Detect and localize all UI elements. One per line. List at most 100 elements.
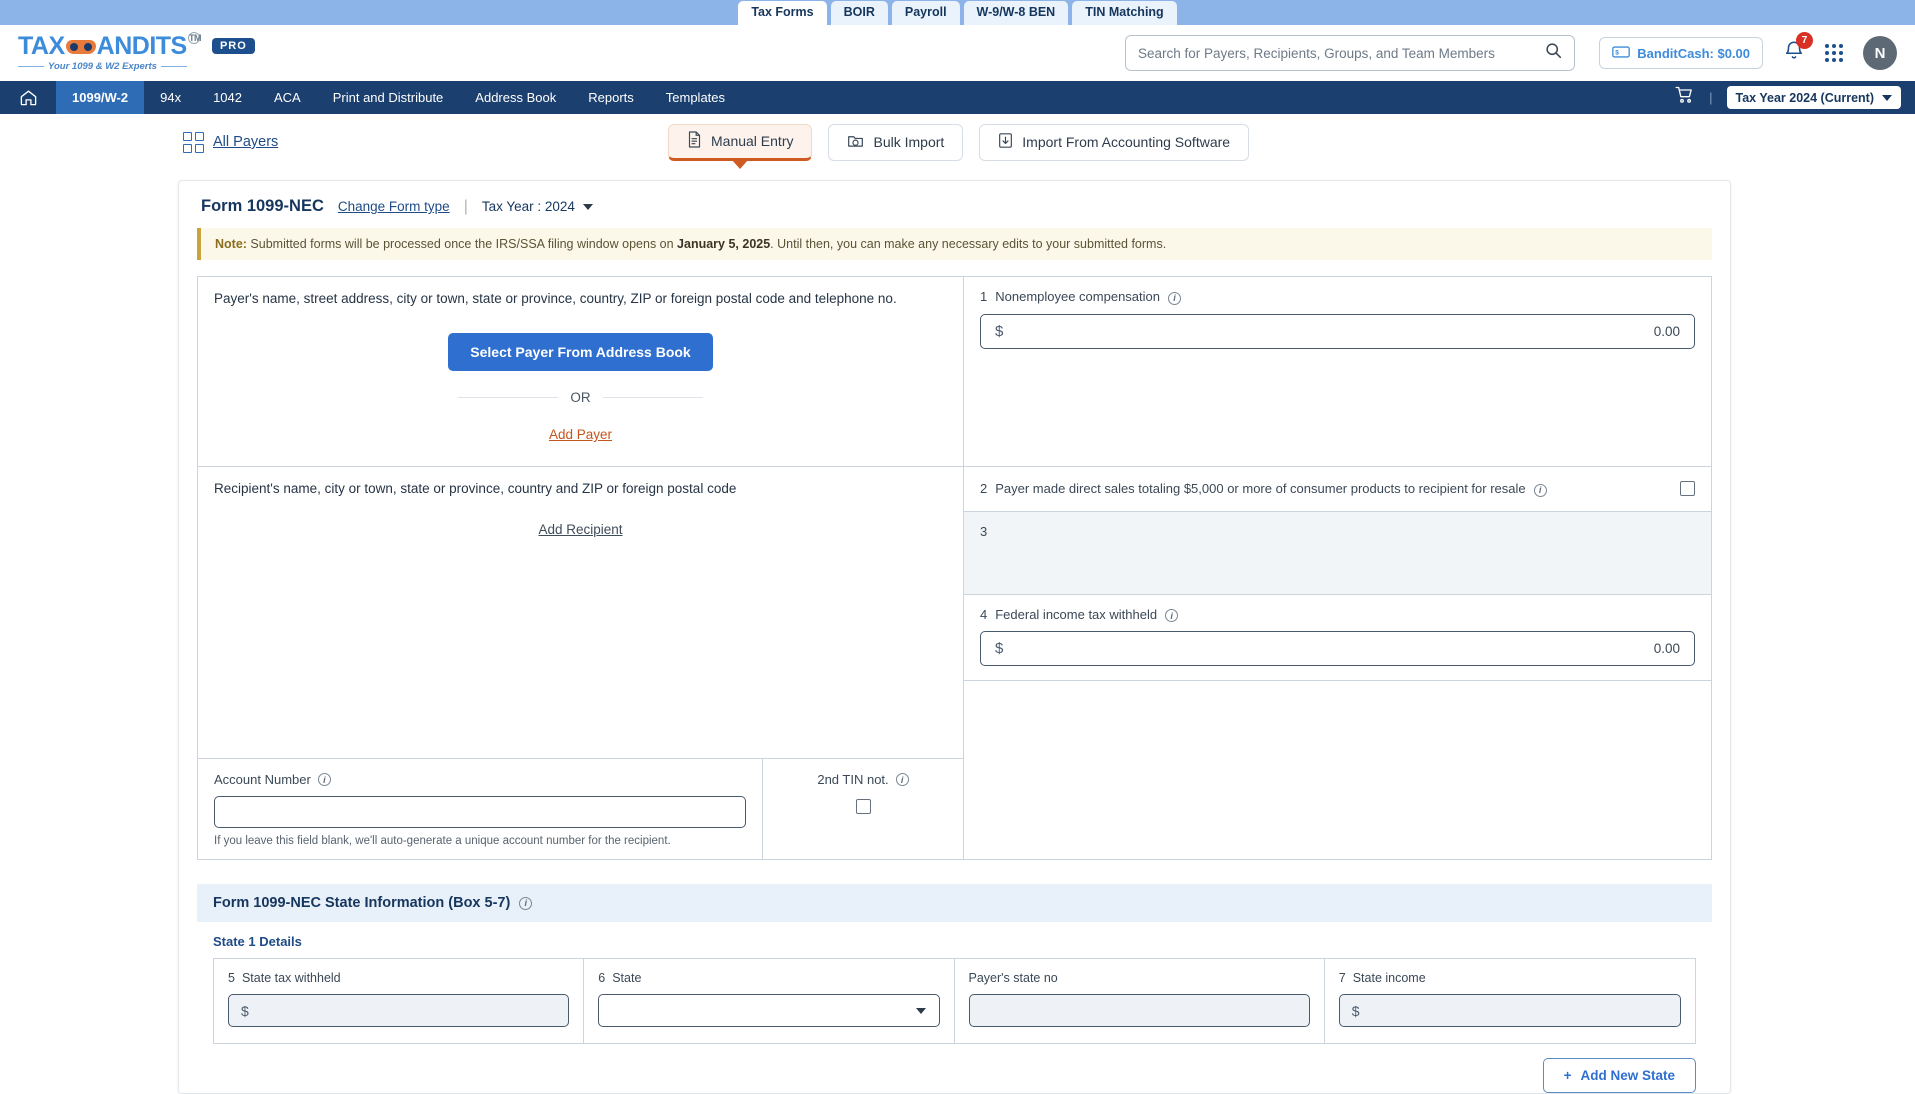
info-icon[interactable]: i <box>519 896 533 910</box>
document-icon <box>687 131 702 151</box>
state-income-label: State income <box>1352 971 1426 985</box>
box-1-input[interactable]: $ 0.00 <box>980 313 1695 349</box>
box-3-label-row: 3 <box>980 524 1695 539</box>
info-icon[interactable]: i <box>1168 291 1182 305</box>
logo-word-tax: TAX <box>18 32 65 60</box>
grid-dot <box>1839 44 1843 48</box>
user-avatar[interactable]: N <box>1863 36 1897 70</box>
info-note-banner: Note: Submitted forms will be processed … <box>197 228 1712 260</box>
payers-state-no-cell: Payer's state no <box>955 959 1325 1043</box>
state-income-input[interactable]: $ <box>1338 994 1681 1027</box>
search-input[interactable] <box>1138 45 1545 61</box>
box-4-input[interactable]: $ 0.00 <box>980 631 1695 666</box>
tagline-rule-right <box>160 66 187 67</box>
nav-item-address-book[interactable]: Address Book <box>459 81 572 114</box>
tax-year-label: Tax Year 2024 (Current) <box>1735 90 1875 105</box>
box-2-and-3-wrapper: 2 Payer made direct sales totaling $5,00… <box>964 467 1711 759</box>
notification-badge: 7 <box>1796 32 1813 49</box>
entry-mode-tabs: Manual Entry Bulk Import Import From Acc… <box>668 123 1250 161</box>
change-form-type-link[interactable]: Change Form type <box>338 199 450 214</box>
info-icon[interactable]: i <box>895 773 909 786</box>
nav-item-print-and-distribute[interactable]: Print and Distribute <box>317 81 460 114</box>
note-text-after: . Until then, you can make any necessary… <box>770 237 1167 251</box>
nav-item-templates[interactable]: Templates <box>650 81 741 114</box>
grid-squares-icon <box>183 131 204 153</box>
nav-item-1099-w2[interactable]: 1099/W-2 <box>56 81 145 114</box>
form-tax-year-selector[interactable]: Tax Year : 2024 <box>482 199 593 214</box>
navbar-separator: | <box>1709 90 1713 105</box>
tab-manual-entry[interactable]: Manual Entry <box>668 123 813 161</box>
box-grid-filler <box>964 759 1711 859</box>
state-information-heading: Form 1099-NEC State Information (Box 5-7… <box>213 895 511 911</box>
box-2-checkbox[interactable] <box>1680 481 1695 497</box>
tab-bulk-import[interactable]: Bulk Import <box>828 123 964 161</box>
state-information-body: State 1 Details 5 State tax withheld $ 6… <box>197 922 1712 1093</box>
add-new-state-button[interactable]: + Add New State <box>1542 1058 1696 1093</box>
currency-symbol: $ <box>995 322 1004 340</box>
cart-icon[interactable] <box>1674 85 1695 110</box>
global-search[interactable] <box>1125 35 1575 71</box>
download-box-icon <box>998 132 1013 152</box>
apps-grid-icon[interactable] <box>1825 44 1843 62</box>
grid-square <box>183 131 192 141</box>
box-1-label-row: 1 Nonemployee compensation i <box>980 289 1695 305</box>
tab-import-accounting-software[interactable]: Import From Accounting Software <box>979 123 1250 161</box>
info-icon[interactable]: i <box>317 773 331 786</box>
state-income-cell: 7 State income $ <box>1325 959 1695 1043</box>
product-tab-tax-forms[interactable]: Tax Forms <box>738 1 827 25</box>
state-select-dropdown[interactable] <box>598 994 940 1027</box>
box-4-value: 0.00 <box>1653 641 1680 656</box>
tax-year-selector[interactable]: Tax Year 2024 (Current) <box>1726 86 1901 109</box>
second-tin-checkbox[interactable] <box>855 799 871 814</box>
tagline-text: Your 1099 & W2 Experts <box>48 61 157 72</box>
box-4-label-row: 4 Federal income tax withheld i <box>980 607 1695 622</box>
state-tax-withheld-label-row: 5 State tax withheld <box>228 971 569 985</box>
account-number-input[interactable] <box>214 796 746 828</box>
nav-item-1042[interactable]: 1042 <box>197 81 258 114</box>
add-new-state-label: Add New State <box>1580 1068 1675 1083</box>
grid-dot <box>1832 44 1836 48</box>
product-tab-payroll[interactable]: Payroll <box>891 1 960 25</box>
info-icon[interactable]: i <box>1533 483 1547 497</box>
tagline-rule-left <box>18 66 44 67</box>
state-select-label: State <box>612 971 642 985</box>
page-title: Form 1099-NEC <box>201 197 324 215</box>
note-date: January 5, 2025 <box>677 237 771 251</box>
product-tab-tin-matching[interactable]: TIN Matching <box>1072 1 1177 25</box>
state-tax-withheld-input[interactable]: $ <box>228 994 570 1027</box>
second-tin-label: 2nd TIN not. <box>817 772 889 787</box>
content-subheader: All Payers Manual Entry Bulk Import Impo… <box>0 114 1915 170</box>
pro-badge: PRO <box>211 38 255 54</box>
state-income-label-row: 7 State income <box>1339 971 1681 985</box>
chevron-down-icon <box>1882 94 1892 101</box>
mask-eye-right <box>83 43 92 51</box>
bandit-cash-button[interactable]: $ BanditCash: $0.00 <box>1599 37 1763 69</box>
all-payers-link[interactable]: All Payers <box>183 131 278 153</box>
second-tin-section: 2nd TIN not. i <box>763 759 963 859</box>
add-payer-link[interactable]: Add Payer <box>214 427 947 442</box>
state-tax-withheld-label: State tax withheld <box>241 971 341 985</box>
nav-item-reports[interactable]: Reports <box>572 81 650 114</box>
nav-item-aca[interactable]: ACA <box>258 81 317 114</box>
product-tab-w9-w8ben[interactable]: W-9/W-8 BEN <box>963 1 1069 25</box>
form-boxes-grid: Payer's name, street address, city or to… <box>197 276 1712 860</box>
info-icon[interactable]: i <box>1165 609 1179 622</box>
add-recipient-link[interactable]: Add Recipient <box>214 522 947 537</box>
select-payer-from-address-book-button[interactable]: Select Payer From Address Book <box>448 333 713 371</box>
search-icon[interactable] <box>1545 42 1562 64</box>
box-1-label: Nonemployee compensation <box>995 289 1161 304</box>
product-tab-strip: Tax Forms BOIR Payroll W-9/W-8 BEN TIN M… <box>0 0 1915 25</box>
payers-state-no-input[interactable] <box>968 994 1310 1027</box>
state-select-number: 6 <box>598 971 606 985</box>
grid-dot <box>1839 51 1843 55</box>
brand-logo[interactable]: TAX ANDITS TM Your 1099 & W2 Experts PRO <box>18 32 255 72</box>
form-header-row: Form 1099-NEC Change Form type | Tax Yea… <box>179 181 1730 228</box>
note-label: Note: <box>215 237 247 251</box>
notifications-button[interactable]: 7 <box>1783 32 1813 67</box>
home-icon[interactable] <box>0 81 56 114</box>
product-tab-boir[interactable]: BOIR <box>830 1 888 25</box>
nav-item-94x[interactable]: 94x <box>144 81 197 114</box>
tab-bulk-import-label: Bulk Import <box>873 134 945 150</box>
box-4-federal-income-tax-withheld: 4 Federal income tax withheld i $ 0.00 <box>964 595 1711 681</box>
or-divider: OR <box>214 390 947 405</box>
